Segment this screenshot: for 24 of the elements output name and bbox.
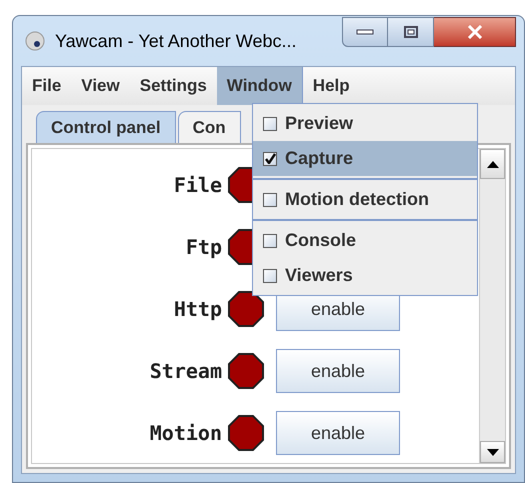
menu-item[interactable]: Settings [130, 67, 217, 105]
option-label: Preview [285, 112, 354, 135]
menu-item[interactable]: Window [216, 67, 303, 105]
option-label: Viewers [285, 264, 353, 287]
window-title: Yawcam - Yet Another Webc... [55, 30, 296, 52]
service-label: File [172, 172, 223, 199]
menu-option[interactable]: Preview [253, 106, 477, 141]
menu-option[interactable]: Capture [253, 141, 477, 176]
option-label: Motion detection [285, 188, 429, 211]
menu-item[interactable]: Help [302, 67, 360, 105]
menu-option[interactable]: Motion detection [253, 182, 477, 217]
tab[interactable]: Con [178, 111, 241, 143]
service-label: Motion [148, 420, 223, 447]
option-label: Capture [285, 147, 354, 170]
option-label: Console [285, 229, 356, 252]
service-label: Ftp [184, 234, 223, 261]
menu-item[interactable]: View [71, 67, 130, 105]
tab[interactable]: Control panel [36, 111, 176, 143]
enable-button[interactable]: enable [276, 411, 400, 455]
service-label: Http [172, 296, 223, 323]
enable-button[interactable]: enable [276, 349, 400, 393]
menu-option[interactable]: Console [253, 223, 477, 258]
menu-item[interactable]: File [22, 67, 72, 105]
service-label: Stream [148, 358, 223, 385]
